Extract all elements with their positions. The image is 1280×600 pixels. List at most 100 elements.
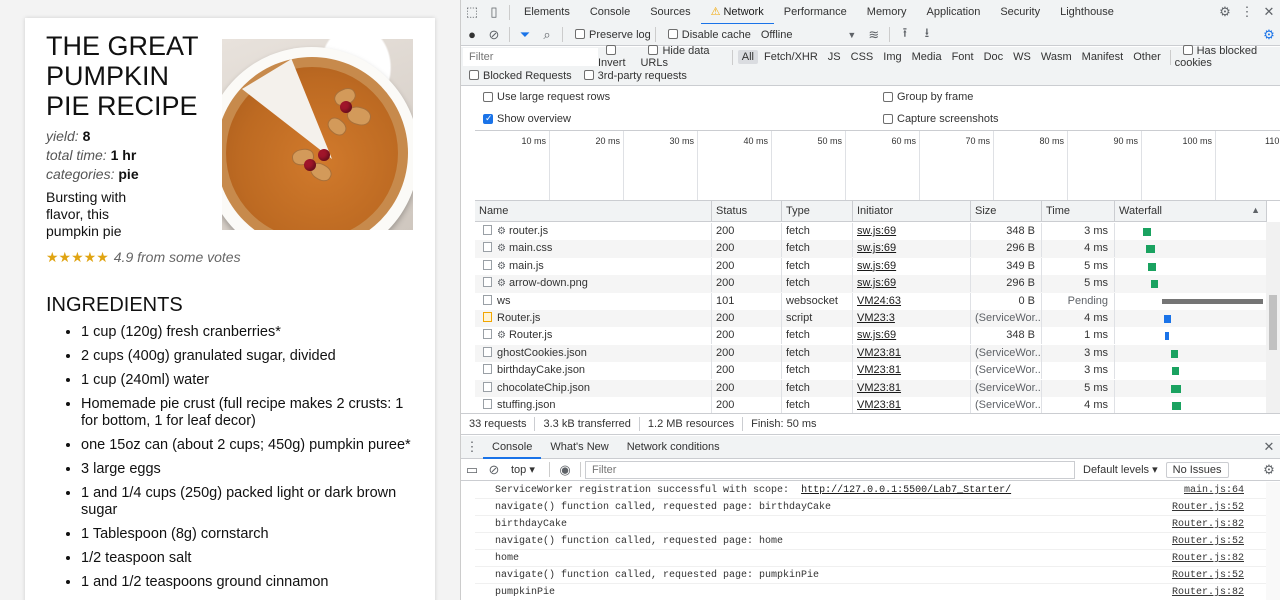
device-toolbar-icon[interactable]: ▯ (483, 1, 505, 23)
cell-initiator[interactable]: sw.js:69 (853, 327, 971, 345)
tab-security[interactable]: Security (990, 0, 1050, 25)
large-rows-checkbox[interactable]: Use large request rows (475, 91, 610, 103)
close-devtools-icon[interactable]: ✕ (1258, 1, 1280, 23)
settings-gear-icon[interactable]: ⚙ (1214, 1, 1236, 23)
column-header-waterfall[interactable]: Waterfall (1115, 201, 1267, 222)
cell-initiator[interactable]: sw.js:69 (853, 275, 971, 293)
more-options-icon[interactable]: ⋮ (1236, 1, 1258, 23)
network-overview[interactable]: 10 ms 20 ms 30 ms 40 ms 50 ms 60 ms 70 ms 80 ms… (475, 130, 1280, 200)
filter-funnel-icon[interactable]: ⏷ (514, 24, 536, 46)
type-filter-js[interactable]: JS (824, 50, 845, 64)
cell-name[interactable]: ⚙ main.js (475, 257, 712, 275)
filter-input[interactable] (463, 48, 598, 66)
table-row[interactable]: ws 101 websocket VM24:63 0 B Pending (475, 292, 1267, 310)
column-header-size[interactable]: Size (971, 201, 1042, 222)
tab-memory[interactable]: Memory (857, 0, 917, 25)
cell-name[interactable]: ⚙ router.js (475, 223, 712, 240)
tab-network[interactable]: ⚠ Network (700, 0, 774, 25)
table-row[interactable]: ⚙ main.css 200 fetch sw.js:69 296 B 4 ms (475, 240, 1267, 258)
type-filter-media[interactable]: Media (908, 50, 946, 64)
table-row[interactable]: chocolateChip.json 200 fetch VM23:81 (Servic… (475, 379, 1267, 397)
tab-lighthouse[interactable]: Lighthouse (1050, 0, 1124, 25)
column-header-status[interactable]: Status (712, 201, 782, 222)
table-row[interactable]: ⚙ main.js 200 fetch sw.js:69 349 B 5 ms (475, 257, 1267, 275)
cell-initiator[interactable]: VM23:81 (853, 344, 971, 362)
console-source-link[interactable]: main.js:64 (1184, 482, 1244, 499)
cell-name[interactable]: ws (475, 292, 712, 310)
type-filter-img[interactable]: Img (879, 50, 905, 64)
close-drawer-icon[interactable]: ✕ (1258, 436, 1280, 458)
type-filter-other[interactable]: Other (1129, 50, 1165, 64)
tab-application[interactable]: Application (917, 0, 991, 25)
table-row[interactable]: ⚙ router.js 200 fetch sw.js:69 348 B 3 ms (475, 223, 1267, 240)
cell-initiator[interactable]: sw.js:69 (853, 257, 971, 275)
console-settings-gear-icon[interactable]: ⚙ (1258, 459, 1280, 481)
search-icon[interactable]: ⌕ (536, 24, 558, 46)
export-har-icon[interactable]: ⭳ (916, 24, 938, 46)
cell-name[interactable]: birthdayCake.json (475, 362, 712, 380)
drawer-tab-what-s-new[interactable]: What's New (541, 436, 617, 459)
console-source-link[interactable]: Router.js:52 (1172, 533, 1244, 550)
show-overview-checkbox[interactable]: Show overview (475, 113, 571, 125)
cell-name[interactable]: ghostCookies.json (475, 344, 712, 362)
log-levels-select[interactable]: Default levels ▾ (1083, 463, 1158, 476)
cell-initiator[interactable]: VM23:3 (853, 310, 971, 327)
drawer-menu-icon[interactable]: ⋮ (461, 436, 483, 458)
console-scrollbar[interactable] (1266, 482, 1280, 600)
network-settings-gear-icon[interactable]: ⚙ (1258, 24, 1280, 46)
cell-name[interactable]: ⚙ arrow-down.png (475, 275, 712, 293)
type-filter-manifest[interactable]: Manifest (1078, 50, 1128, 64)
inspect-element-icon[interactable]: ⬚ (461, 1, 483, 23)
console-sidebar-icon[interactable]: ▭ (461, 459, 483, 481)
table-row[interactable]: Router.js 200 script VM23:3 (ServiceWor... 4 … (475, 310, 1267, 328)
cell-initiator[interactable]: VM23:81 (853, 379, 971, 397)
table-scrollbar[interactable] (1266, 222, 1280, 413)
type-filter-all[interactable]: All (737, 50, 758, 64)
cell-name[interactable]: Router.js (475, 310, 712, 327)
column-header-type[interactable]: Type (782, 201, 853, 222)
cell-initiator[interactable]: sw.js:69 (853, 240, 971, 258)
blocked-requests-checkbox[interactable]: Blocked Requests (461, 70, 572, 82)
console-source-link[interactable]: Router.js:82 (1172, 584, 1244, 600)
chevron-down-icon[interactable]: ▼ (841, 24, 863, 46)
console-source-link[interactable]: Router.js:82 (1172, 516, 1244, 533)
issues-button[interactable]: No Issues (1165, 461, 1229, 478)
column-header-name[interactable]: Name (475, 201, 712, 222)
tab-elements[interactable]: Elements (514, 0, 580, 25)
group-by-frame-checkbox[interactable]: Group by frame (875, 91, 973, 103)
console-source-link[interactable]: Router.js:52 (1172, 499, 1244, 516)
drawer-tab-console[interactable]: Console (483, 436, 542, 459)
table-row[interactable]: ghostCookies.json 200 fetch VM23:81 (Service… (475, 344, 1267, 363)
table-row[interactable]: birthdayCake.json 200 fetch VM23:81 (Service… (475, 362, 1267, 380)
type-filter-ws[interactable]: WS (1009, 50, 1035, 64)
tab-performance[interactable]: Performance (774, 0, 857, 25)
cell-name[interactable]: stuffing.json (475, 397, 712, 413)
console-source-link[interactable]: Router.js:82 (1172, 550, 1244, 567)
disable-cache-checkbox[interactable]: Disable cache (660, 28, 751, 41)
type-filter-font[interactable]: Font (948, 50, 978, 64)
third-party-checkbox[interactable]: 3rd-party requests (576, 70, 687, 82)
context-select[interactable]: top ▾ (511, 463, 545, 476)
console-message-link[interactable]: http://127.0.0.1:5500/Lab7_Starter/ (801, 485, 1011, 496)
type-filter-doc[interactable]: Doc (980, 50, 1008, 64)
table-scroll-thumb[interactable] (1269, 295, 1277, 350)
cell-name[interactable]: chocolateChip.json (475, 379, 712, 397)
preserve-log-checkbox[interactable]: Preserve log (567, 28, 651, 41)
table-row[interactable]: ⚙ Router.js 200 fetch sw.js:69 348 B 1 ms (475, 327, 1267, 345)
cell-name[interactable]: ⚙ main.css (475, 240, 712, 258)
network-conditions-icon[interactable]: ≋ (863, 24, 885, 46)
table-row[interactable]: ⚙ arrow-down.png 200 fetch sw.js:69 296 B 5 ms (475, 275, 1267, 293)
tab-sources[interactable]: Sources (640, 0, 700, 25)
console-source-link[interactable]: Router.js:52 (1172, 567, 1244, 584)
cell-name[interactable]: ⚙ Router.js (475, 327, 712, 345)
capture-screenshots-checkbox[interactable]: Capture screenshots (875, 113, 999, 125)
record-icon[interactable]: ● (461, 24, 483, 46)
type-filter-fetchxhr[interactable]: Fetch/XHR (760, 50, 822, 64)
throttling-select[interactable]: Offline (761, 29, 841, 41)
column-header-initiator[interactable]: Initiator (853, 201, 971, 222)
live-expression-eye-icon[interactable]: ◉ (554, 459, 576, 481)
import-har-icon[interactable]: ⭱ (894, 24, 916, 46)
table-row[interactable]: stuffing.json 200 fetch VM23:81 (ServiceWor.… (475, 397, 1267, 413)
type-filter-wasm[interactable]: Wasm (1037, 50, 1076, 64)
type-filter-css[interactable]: CSS (847, 50, 878, 64)
